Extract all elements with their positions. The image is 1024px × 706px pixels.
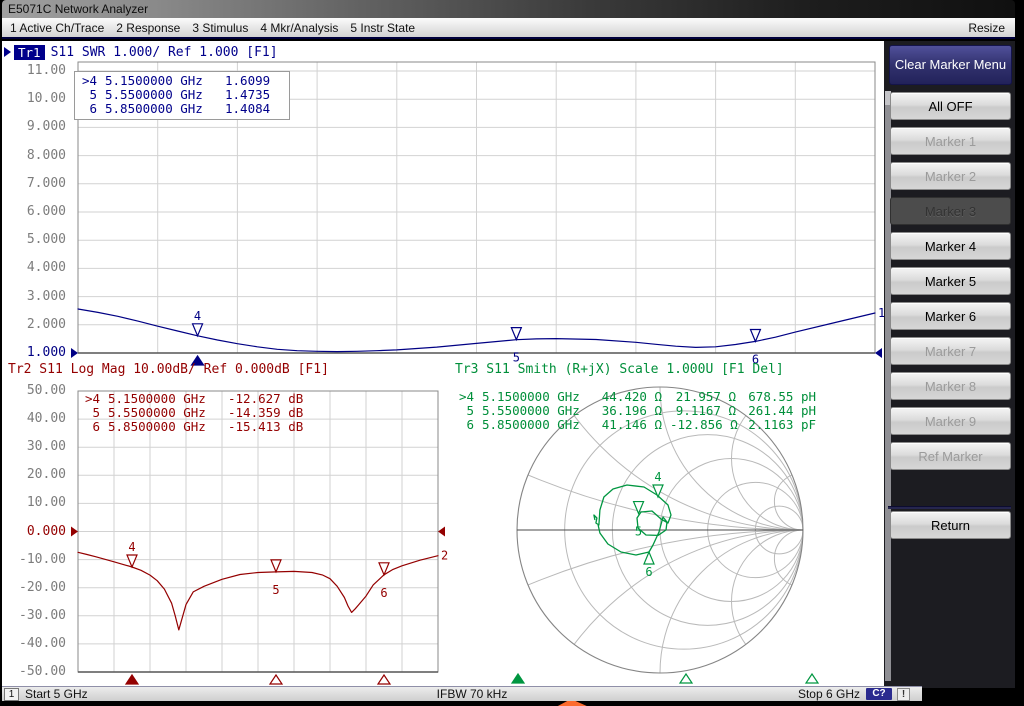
marker-readout-row: 55.5500000 GHz1.4735: [75, 88, 285, 102]
y-axis-tick-label: 6.000: [0, 204, 66, 220]
y-axis-tick-label: -20.00: [0, 580, 66, 596]
softkey-menu-title: Clear Marker Menu: [889, 45, 1012, 85]
start-frequency: Start 5 GHz: [25, 687, 88, 701]
tr3-marker-readout: >45.1500000 GHz44.420 Ω21.957 Ω678.55 pH…: [452, 390, 816, 432]
ifbw-readout: IFBW 70 kHz: [382, 687, 562, 701]
menu-bar: 1 Active Ch/Trace 2 Response 3 Stimulus …: [2, 18, 1015, 39]
y-axis-tick-label: 20.00: [0, 467, 66, 483]
y-axis-tick-label: 9.000: [0, 119, 66, 135]
y-axis-tick-label: 2.000: [0, 317, 66, 333]
softkey-marker-9: Marker 9: [890, 407, 1011, 435]
tr1-settings: S11 SWR 1.000/ Ref 1.000 [F1]: [51, 45, 278, 60]
y-axis-tick-label: -10.00: [0, 552, 66, 568]
status-bar: 1 Start 5 GHz IFBW 70 kHz Stop 6 GHz C? …: [2, 686, 922, 701]
softkey-marker-8: Marker 8: [890, 372, 1011, 400]
softkey-marker-6[interactable]: Marker 6: [890, 302, 1011, 330]
y-axis-tick-label: 5.000: [0, 232, 66, 248]
tr3-header: Tr3 S11 Smith (R+jX) Scale 1.000U [F1 De…: [455, 362, 784, 377]
softkey-marker-1: Marker 1: [890, 127, 1011, 155]
menu-active-ch-trace[interactable]: 1 Active Ch/Trace: [10, 21, 104, 35]
marker-readout-row: >45.1500000 GHz1.6099: [75, 74, 285, 88]
tr2-header: Tr2 S11 Log Mag 10.00dB/ Ref 0.000dB [F1…: [8, 362, 329, 377]
marker-readout-row: 65.8500000 GHz-15.413 dB: [78, 420, 306, 434]
y-axis-tick-label: 1.000: [0, 345, 66, 361]
y-axis-tick-label: 3.000: [0, 289, 66, 305]
softkey-separator: [888, 506, 1011, 509]
active-trace-indicator-icon: [4, 47, 11, 57]
marker-readout-row: 55.5500000 GHz-14.359 dB: [78, 406, 306, 420]
y-axis-tick-label: 40.00: [0, 411, 66, 427]
tr2-marker-readout: >45.1500000 GHz-12.627 dB55.5500000 GHz-…: [78, 392, 306, 434]
y-axis-tick-label: -50.00: [0, 664, 66, 680]
marker-readout-row: 65.8500000 GHz1.4084: [75, 102, 285, 116]
y-axis-tick-label: 4.000: [0, 260, 66, 276]
softkey-marker-3[interactable]: Marker 3: [890, 197, 1011, 225]
y-axis-tick-label: 10.00: [0, 91, 66, 107]
marker-readout-row: 65.8500000 GHz41.146 Ω-12.856 Ω2.1163 pF: [452, 418, 816, 432]
channel-indicator: 1: [4, 688, 19, 701]
softkey-menu: Clear Marker Menu All OFF Marker 1 Marker …: [884, 41, 1015, 688]
tr1-marker-readout: >45.1500000 GHz1.609955.5500000 GHz1.473…: [74, 71, 290, 120]
y-axis-tick-label: 0.000: [0, 524, 66, 540]
softkey-marker-7: Marker 7: [890, 337, 1011, 365]
softkey-marker-4[interactable]: Marker 4: [890, 232, 1011, 260]
window-title: E5071C Network Analyzer: [8, 1, 148, 18]
y-axis-tick-label: 30.00: [0, 439, 66, 455]
menu-mkr-analysis[interactable]: 4 Mkr/Analysis: [260, 21, 338, 35]
menu-stimulus[interactable]: 3 Stimulus: [192, 21, 248, 35]
y-axis-tick-label: 8.000: [0, 148, 66, 164]
marker-readout-row: >45.1500000 GHz-12.627 dB: [78, 392, 306, 406]
window-titlebar: E5071C Network Analyzer: [2, 0, 1015, 18]
marker-readout-row: 55.5500000 GHz36.196 Ω9.1167 Ω261.44 pH: [452, 404, 816, 418]
marker-readout-row: >45.1500000 GHz44.420 Ω21.957 Ω678.55 pH: [452, 390, 816, 404]
y-axis-tick-label: -30.00: [0, 608, 66, 624]
tr1-label-chip[interactable]: Tr1: [14, 45, 45, 60]
menu-instr-state[interactable]: 5 Instr State: [350, 21, 415, 35]
softkey-marker-2: Marker 2: [890, 162, 1011, 190]
softkey-ref-marker: Ref Marker: [890, 442, 1011, 470]
calibration-badge: C?: [866, 688, 892, 700]
tr1-header: Tr1 S11 SWR 1.000/ Ref 1.000 [F1]: [4, 44, 278, 60]
warning-indicator: !: [897, 688, 910, 701]
y-axis-tick-label: 7.000: [0, 176, 66, 192]
desktop: E5071C Network Analyzer 1 Active Ch/Trac…: [0, 0, 1024, 706]
y-axis-tick-label: -40.00: [0, 636, 66, 652]
menu-resize[interactable]: Resize: [968, 21, 1005, 35]
y-axis-tick-label: 50.00: [0, 383, 66, 399]
softkey-marker-5[interactable]: Marker 5: [890, 267, 1011, 295]
softkey-all-off[interactable]: All OFF: [890, 92, 1011, 120]
menu-response[interactable]: 2 Response: [116, 21, 180, 35]
stop-frequency: Stop 6 GHz: [772, 687, 860, 701]
softkey-return[interactable]: Return: [890, 511, 1011, 539]
y-axis-tick-label: 10.00: [0, 495, 66, 511]
y-axis-tick-label: 11.00: [0, 63, 66, 79]
